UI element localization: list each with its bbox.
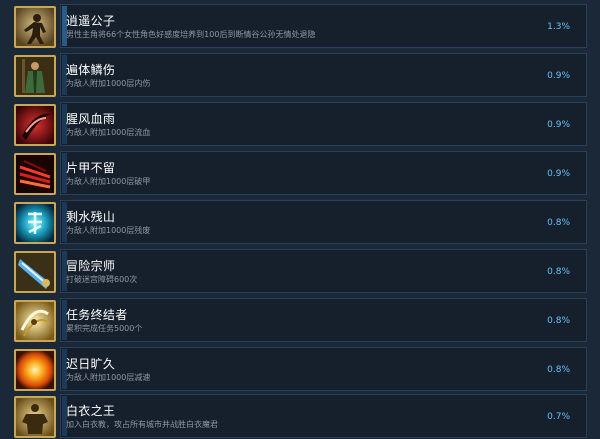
unlock-percentage: 0.8% (547, 218, 570, 228)
achievement-description: 打破迷宫障碍600次 (66, 275, 138, 284)
achievement-row[interactable]: 冒险宗师 打破迷宫障碍600次 0.8% (0, 249, 600, 294)
muscular-figure-icon (14, 396, 56, 438)
achievement-title: 任务终结者 (66, 308, 128, 322)
achievement-row[interactable]: 白衣之王 加入白衣教，攻占所有城市并战胜白衣魔君 0.7% (0, 394, 600, 439)
achievement-title: 遍体鳞伤 (66, 63, 116, 77)
achievement-panel: 遍体鳞伤 为敌人附加1000层内伤 0.9% (60, 53, 587, 97)
unlock-percentage: 0.9% (547, 120, 570, 130)
achievement-description: 为敌人附加1000层残废 (66, 226, 151, 235)
unlock-percentage: 0.8% (547, 267, 570, 277)
silhouette-warrior-icon (14, 6, 56, 48)
unlock-percentage: 0.9% (547, 71, 570, 81)
achievement-panel: 逍遥公子 男性主角将66个女性角色好感度培养到100后到断情谷公孙无情处退隐 1… (60, 4, 587, 48)
achievement-list: 逍遥公子 男性主角将66个女性角色好感度培养到100后到断情谷公孙无情处退隐 1… (0, 0, 600, 439)
achievement-row[interactable]: 片甲不留 为敌人附加1000层破甲 0.9% (0, 151, 600, 196)
achievement-row[interactable]: 腥风血雨 为敌人附加1000层流血 0.9% (0, 102, 600, 147)
achievement-description: 男性主角将66个女性角色好感度培养到100后到断情谷公孙无情处退隐 (66, 30, 316, 39)
achievement-row[interactable]: 迟日旷久 为敌人附加1000层减速 0.8% (0, 347, 600, 392)
achievement-row[interactable]: 逍遥公子 男性主角将66个女性角色好感度培养到100后到断情谷公孙无情处退隐 1… (0, 4, 600, 49)
achievement-panel: 迟日旷久 为敌人附加1000层减速 0.8% (60, 347, 587, 391)
achievement-title: 逍遥公子 (66, 14, 116, 28)
achievement-description: 为敌人附加1000层减速 (66, 373, 151, 382)
unlock-percentage: 0.8% (547, 316, 570, 326)
green-robed-figure-icon (14, 55, 56, 97)
achievement-title: 片甲不留 (66, 161, 116, 175)
achievement-title: 迟日旷久 (66, 357, 116, 371)
achievement-description: 加入白衣教，攻占所有城市并战胜白衣魔君 (66, 420, 218, 429)
achievement-panel: 腥风血雨 为敌人附加1000层流血 0.9% (60, 102, 587, 146)
achievement-panel: 白衣之王 加入白衣教，攻占所有城市并战胜白衣魔君 0.7% (60, 394, 587, 438)
red-claw-strike-icon (14, 153, 56, 195)
achievement-panel: 剩水残山 为敌人附加1000层残废 0.8% (60, 200, 587, 244)
achievement-row[interactable]: 任务终结者 累积完成任务5000个 0.8% (0, 298, 600, 343)
fire-sun-icon (14, 349, 56, 391)
golden-spin-strike-icon (14, 300, 56, 342)
achievement-description: 为敌人附加1000层破甲 (66, 177, 151, 186)
red-blade-slash-icon (14, 104, 56, 146)
achievement-title: 剩水残山 (66, 210, 116, 224)
achievement-description: 为敌人附加1000层流血 (66, 128, 151, 137)
achievement-title: 白衣之王 (66, 404, 116, 418)
achievement-description: 为敌人附加1000层内伤 (66, 79, 151, 88)
unlock-percentage: 0.7% (547, 412, 570, 422)
unlock-percentage: 0.8% (547, 365, 570, 375)
unlock-percentage: 1.3% (547, 22, 570, 32)
achievement-description: 累积完成任务5000个 (66, 324, 143, 333)
achievement-title: 冒险宗师 (66, 259, 116, 273)
achievement-panel: 任务终结者 累积完成任务5000个 0.8% (60, 298, 587, 342)
achievement-panel: 片甲不留 为敌人附加1000层破甲 0.9% (60, 151, 587, 195)
achievement-row[interactable]: 剩水残山 为敌人附加1000层残废 0.8% (0, 200, 600, 245)
cyan-rune-burst-icon (14, 202, 56, 244)
achievement-row[interactable]: 遍体鳞伤 为敌人附加1000层内伤 0.9% (0, 53, 600, 98)
achievement-panel: 冒险宗师 打破迷宫障碍600次 0.8% (60, 249, 587, 293)
unlock-percentage: 0.9% (547, 169, 570, 179)
blue-beam-icon (14, 251, 56, 293)
achievement-title: 腥风血雨 (66, 112, 116, 126)
